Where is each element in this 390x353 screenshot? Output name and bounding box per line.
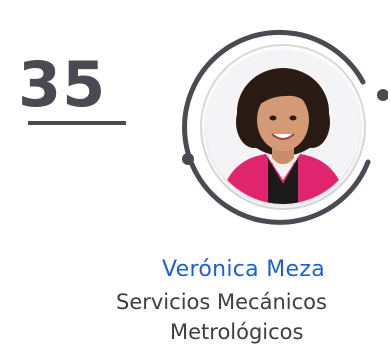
company-name-line2: Metrológicos — [170, 320, 304, 344]
profile-photo — [206, 50, 360, 204]
rank-underline — [28, 121, 126, 125]
company-name-line1: Servicios Mecánicos — [116, 290, 327, 314]
ranking-card: 35 Verónica Meza Servicios Mecánicos Met… — [0, 0, 390, 353]
rank-number: 35 — [18, 48, 107, 121]
person-portrait-icon — [206, 50, 360, 204]
person-name: Verónica Meza — [162, 257, 325, 282]
